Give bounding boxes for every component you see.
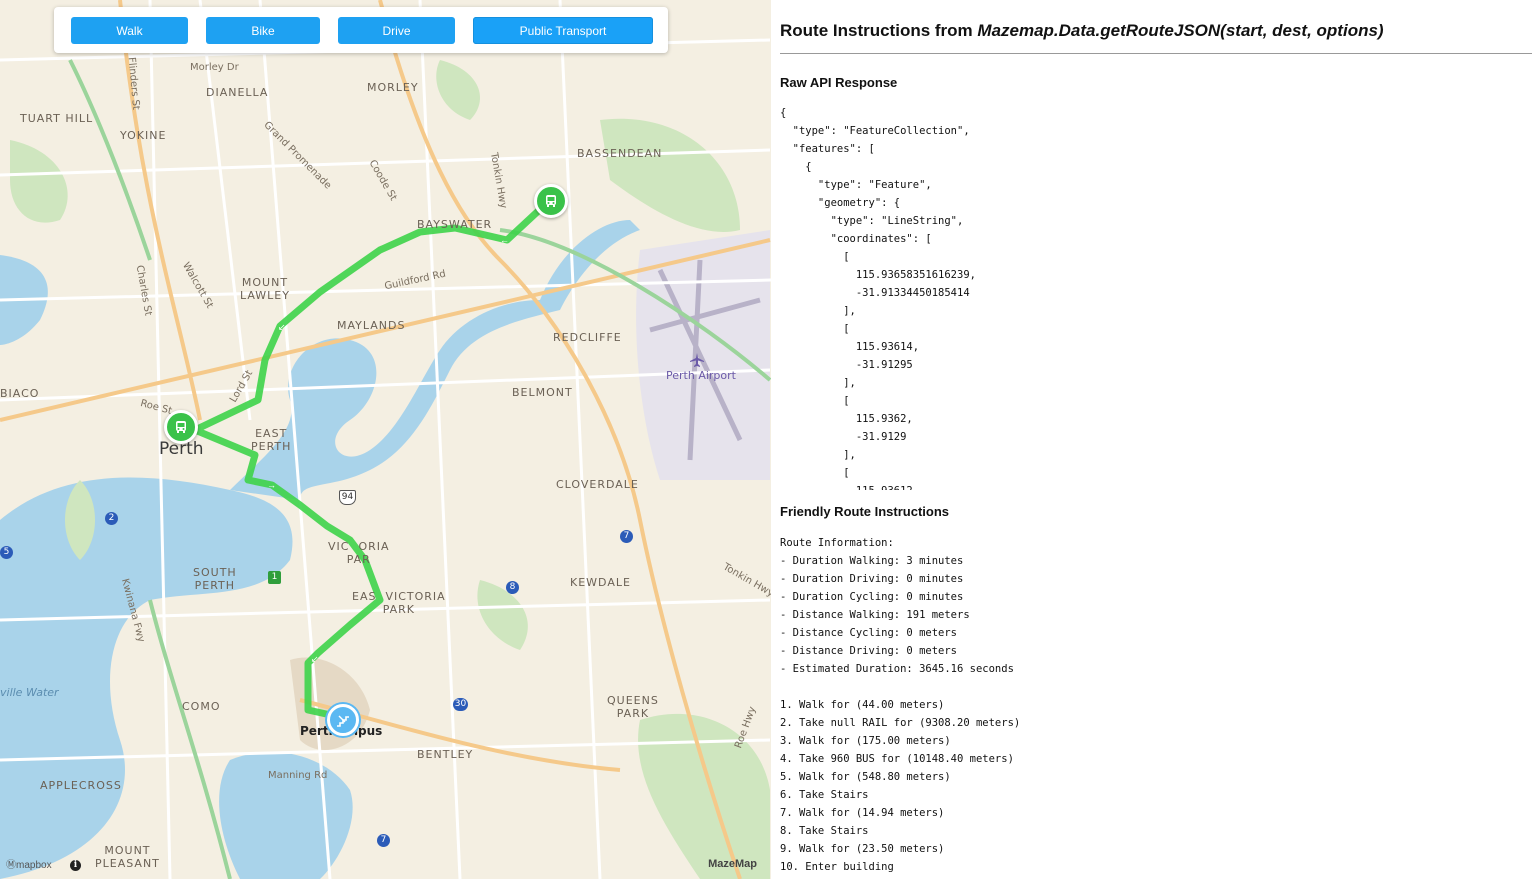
route-7-badge: 7 — [620, 530, 633, 543]
label-maylands: MAYLANDS — [337, 319, 406, 332]
label-morley: MORLEY — [367, 81, 419, 94]
label-como: COMO — [182, 700, 221, 713]
route-5-badge: 5 — [0, 546, 13, 559]
label-redcliffe: REDCLIFFE — [553, 331, 622, 344]
mazemap-logo[interactable]: MazeMap — [708, 858, 757, 870]
svg-text:↙: ↙ — [311, 654, 319, 664]
raw-json-scrollbox[interactable]: { "type": "FeatureCollection", "features… — [780, 104, 1520, 490]
title-code: Mazemap.Data.getRouteJSON(start, dest, o… — [977, 21, 1384, 40]
label-victoria-park: VIC ORIA PAR — [328, 540, 390, 566]
label-bayswater: BAYSWATER — [417, 218, 493, 231]
perth-bus-stop-icon[interactable] — [164, 410, 198, 444]
map-basemap: ← ↙ → ↙ — [0, 0, 771, 879]
page-title: Route Instructions from Mazemap.Data.get… — [780, 21, 1384, 41]
route-2-badge: 2 — [105, 512, 118, 525]
label-south-perth: SOUTH PERTH — [193, 566, 237, 592]
label-cloverdale: CLOVERDALE — [556, 478, 639, 491]
start-bus-stop-icon[interactable] — [534, 184, 568, 218]
label-east-perth: EAST PERTH — [251, 427, 292, 453]
title-divider — [780, 53, 1532, 54]
label-dianella: DIANELLA — [206, 86, 269, 99]
route-7b-badge: 7 — [377, 834, 390, 847]
route-8-badge: 8 — [506, 581, 519, 594]
label-manning-rd: Manning Rd — [268, 770, 328, 781]
stairs-destination-icon[interactable] — [327, 704, 359, 736]
instructions-panel: Route Instructions from Mazemap.Data.get… — [771, 0, 1538, 879]
raw-json-text: { "type": "FeatureCollection", "features… — [780, 107, 976, 490]
label-morley-dr: Morley Dr — [190, 62, 239, 73]
map-view[interactable]: ← ↙ → ↙ DIANELLA MORLEY TUART HILL YOKIN… — [0, 0, 771, 879]
route-1-badge: 1 — [268, 571, 281, 584]
svg-text:→: → — [267, 480, 276, 490]
public-transport-button[interactable]: Public Transport — [473, 17, 653, 44]
raw-api-heading: Raw API Response — [780, 75, 898, 90]
title-prefix: Route Instructions from — [780, 21, 978, 40]
label-applecross: APPLECROSS — [40, 779, 122, 792]
svg-text:←: ← — [500, 235, 509, 245]
label-bassendean: BASSENDEAN — [577, 147, 663, 160]
svg-text:↙: ↙ — [278, 322, 286, 332]
label-mount-pleasant: MOUNT PLEASANT — [95, 844, 160, 870]
label-mount-lawley: MOUNT LAWLEY — [240, 276, 290, 302]
bike-button[interactable]: Bike — [206, 17, 320, 44]
walk-button[interactable]: Walk — [71, 17, 188, 44]
travel-mode-bar: Walk Bike Drive Public Transport — [54, 7, 668, 53]
label-tuart-hill: TUART HILL — [20, 112, 94, 125]
label-biaco: BIACO — [0, 387, 40, 400]
airport-icon — [690, 353, 704, 367]
friendly-instructions-text: Route Information: - Duration Walking: 3… — [780, 537, 1021, 873]
info-icon[interactable]: i — [70, 860, 81, 871]
label-bentley: BENTLEY — [417, 748, 474, 761]
friendly-instructions-heading: Friendly Route Instructions — [780, 504, 950, 519]
label-perth-airport: Perth Airport — [666, 369, 736, 382]
mapbox-logo[interactable]: Ⓜmapbox — [6, 856, 52, 871]
label-belmont: BELMONT — [512, 386, 573, 399]
friendly-instructions: Route Information: - Duration Walking: 3… — [780, 534, 1520, 876]
label-east-victoria-park: EAS VICTORIA PARK — [352, 590, 446, 616]
label-queens-park: QUEENS PARK — [607, 694, 659, 720]
route-30-badge: 30 — [453, 698, 468, 711]
label-ville-water: ville Water — [0, 686, 59, 699]
label-kewdale: KEWDALE — [570, 576, 631, 589]
drive-button[interactable]: Drive — [338, 17, 455, 44]
label-yokine: YOKINE — [120, 129, 167, 142]
route-94-badge: 94 — [339, 490, 356, 505]
